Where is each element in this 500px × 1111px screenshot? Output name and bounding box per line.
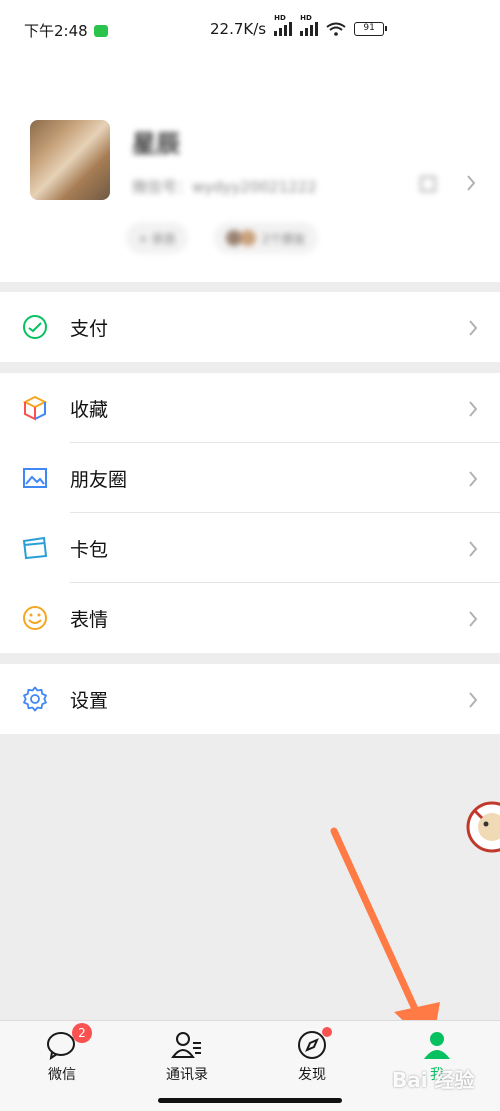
- person-icon: [421, 1029, 453, 1061]
- menu-item-label: 设置: [70, 689, 109, 712]
- message-notification-icon: [93, 24, 108, 37]
- friends-chip[interactable]: 2个朋友: [214, 222, 318, 254]
- floating-robot-icon[interactable]: [466, 800, 500, 854]
- menu-item-settings[interactable]: 设置: [0, 664, 500, 734]
- tab-discover[interactable]: 发现: [272, 1027, 352, 1084]
- chevron-right-icon: [468, 319, 478, 337]
- menu-item-label: 表情: [70, 608, 109, 631]
- favorites-cube-icon: [22, 395, 48, 421]
- tab-contacts[interactable]: 通讯录: [147, 1029, 227, 1084]
- status-chip-label: + 状态: [138, 231, 176, 246]
- chevron-right-icon: [468, 470, 478, 488]
- chevron-right-icon: [468, 691, 478, 709]
- status-bar: 下午2:48 22.7K/s HD HD 91: [0, 0, 500, 60]
- signal-2-icon: HD: [300, 14, 319, 36]
- tab-chats[interactable]: 2 微信: [22, 1023, 102, 1084]
- hd-label: HD: [274, 14, 286, 22]
- chevron-right-icon: [468, 610, 478, 628]
- main-menu-section: 收藏 朋友圈 卡包 表情: [0, 373, 500, 653]
- friends-chip-label: 2个朋友: [262, 231, 306, 246]
- status-time: 下午2:48: [24, 22, 88, 40]
- settings-gear-icon: [23, 686, 47, 712]
- status-right: 22.7K/s HD HD 91: [210, 14, 388, 38]
- profile-header[interactable]: 星辰 微信号：wydyy20021222 + 状态 2个朋友: [0, 60, 500, 282]
- contacts-icon: [171, 1029, 203, 1061]
- nickname: 星辰: [132, 130, 180, 158]
- menu-item-moments[interactable]: 朋友圈: [0, 443, 500, 513]
- tab-label: 微信: [48, 1067, 76, 1083]
- avatar[interactable]: [30, 120, 110, 200]
- compass-icon: [296, 1027, 332, 1061]
- wechat-id: 微信号：wydyy20021222: [132, 178, 317, 196]
- chevron-right-icon: [468, 400, 478, 418]
- menu-item-label: 收藏: [70, 398, 109, 421]
- hd-label: HD: [300, 14, 312, 22]
- settings-section: 设置: [0, 664, 500, 734]
- chevron-right-icon: [468, 540, 478, 558]
- chevron-right-icon: [466, 174, 476, 192]
- pay-section: 支付: [0, 292, 500, 362]
- wifi-icon: [326, 22, 346, 36]
- notification-dot: [322, 1027, 332, 1037]
- menu-item-label: 朋友圈: [70, 468, 128, 491]
- unread-badge: 2: [72, 1023, 92, 1043]
- menu-item-label: 支付: [70, 317, 109, 340]
- menu-item-cards[interactable]: 卡包: [0, 513, 500, 583]
- menu-item-stickers[interactable]: 表情: [0, 583, 500, 653]
- home-indicator[interactable]: [158, 1098, 342, 1103]
- battery-icon: 91: [354, 22, 388, 36]
- tab-label: 通讯录: [166, 1067, 208, 1083]
- menu-item-favorites[interactable]: 收藏: [0, 373, 500, 443]
- sticker-smiley-icon: [23, 606, 47, 630]
- tab-label: 发现: [298, 1067, 326, 1083]
- pay-icon: [23, 315, 47, 339]
- signal-1-icon: HD: [274, 14, 293, 36]
- menu-item-pay[interactable]: 支付: [0, 292, 500, 362]
- friend-avatar: [240, 230, 256, 246]
- status-chip[interactable]: + 状态: [126, 222, 188, 254]
- network-speed: 22.7K/s: [210, 20, 267, 38]
- moments-image-icon: [23, 468, 47, 488]
- qr-code-icon[interactable]: [420, 176, 436, 192]
- baidu-watermark: Bai 经验: [392, 1068, 475, 1092]
- status-time-group: 下午2:48: [24, 20, 108, 41]
- chat-bubble-icon: 2: [46, 1023, 92, 1061]
- card-wallet-icon: [22, 536, 48, 560]
- menu-item-label: 卡包: [70, 538, 109, 561]
